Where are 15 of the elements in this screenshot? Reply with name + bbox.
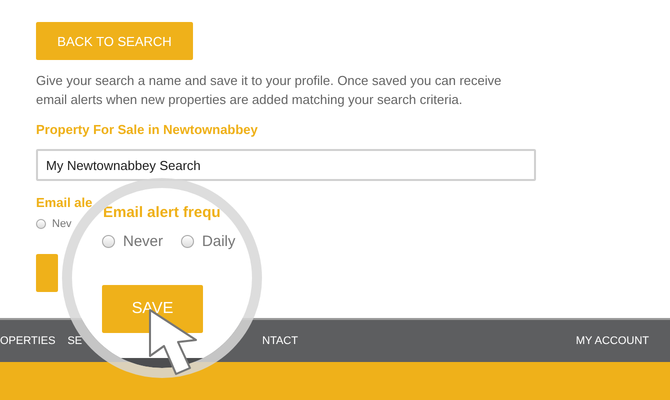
alert-label: Email ale bbox=[36, 195, 92, 210]
radio-button[interactable] bbox=[181, 235, 194, 248]
nav-link[interactable]: SE bbox=[67, 335, 82, 347]
option-label: Daily bbox=[202, 233, 236, 250]
search-name-field[interactable]: My Newtownabbey Search bbox=[36, 149, 536, 181]
intro-text: Give your search a name and save it to your profile. Once saved you can receive email alerts when new properties are added matching your search criteria. bbox=[36, 72, 502, 109]
my-account-link[interactable]: MY ACCOUNT bbox=[576, 335, 649, 347]
alert-label: Email alert frequ bbox=[103, 204, 221, 221]
nav-link[interactable]: NTACT bbox=[262, 335, 298, 347]
radio-button[interactable] bbox=[36, 219, 46, 229]
option-label: Never bbox=[123, 233, 164, 250]
nav-link[interactable]: OPERTIES bbox=[0, 335, 56, 347]
search-title: Property For Sale in Newtownabbey bbox=[36, 122, 258, 137]
radio-button[interactable] bbox=[102, 235, 115, 248]
option-label: Nev bbox=[52, 218, 72, 230]
